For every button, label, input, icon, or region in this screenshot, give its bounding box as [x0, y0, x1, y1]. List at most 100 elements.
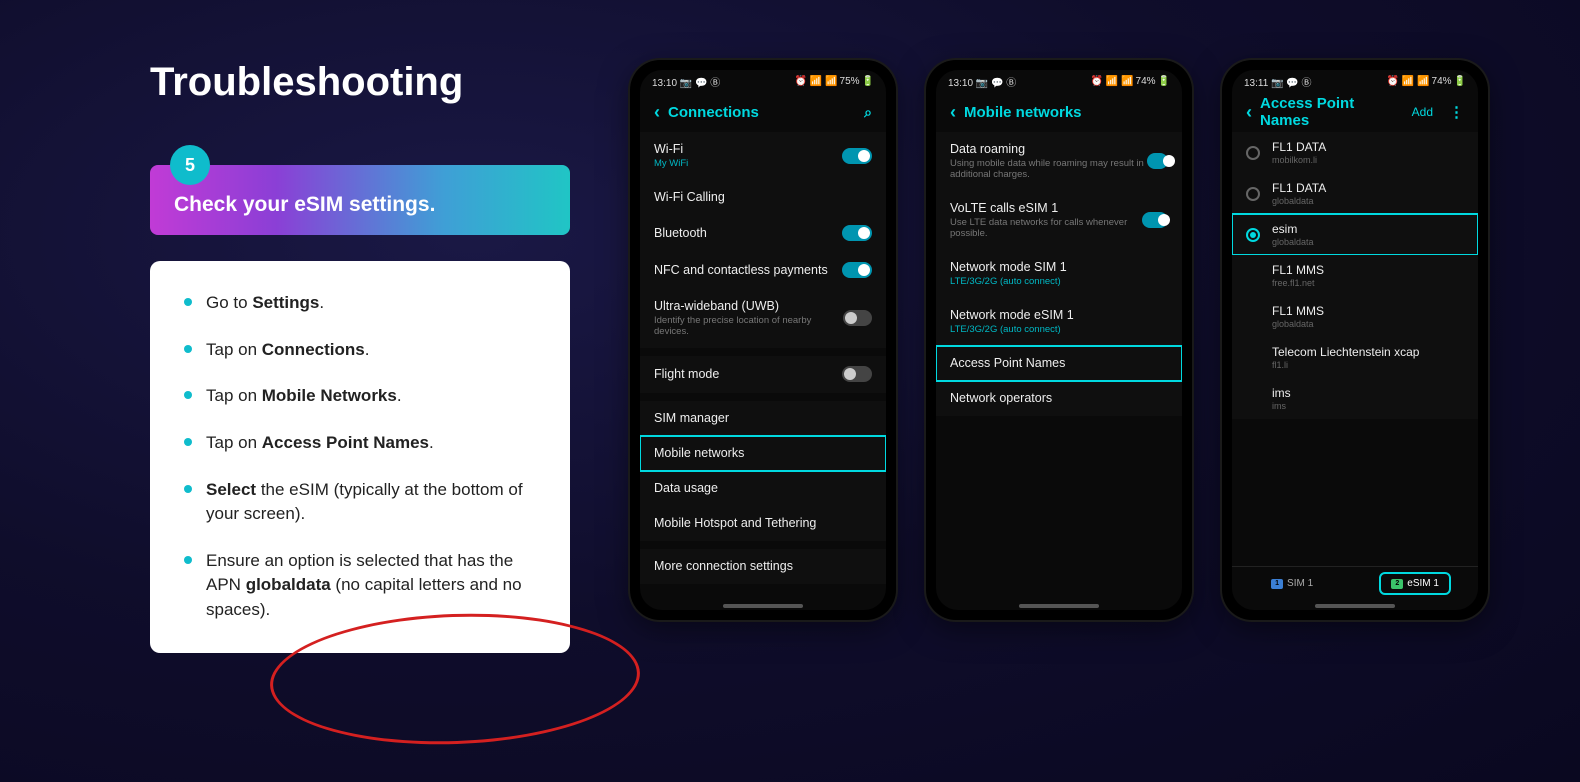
- row-sublabel: LTE/3G/2G (auto connect): [950, 324, 1074, 335]
- back-icon[interactable]: ‹: [1246, 103, 1252, 121]
- apn-sublabel: globaldata: [1272, 319, 1324, 329]
- radio-button[interactable]: [1246, 228, 1260, 242]
- search-icon[interactable]: ⌕: [864, 104, 872, 121]
- row-label: Data roaming: [950, 142, 1147, 156]
- settings-row[interactable]: Wi-Fi Calling: [640, 180, 886, 215]
- settings-row[interactable]: Access Point Names: [936, 346, 1182, 381]
- row-label: Mobile Hotspot and Tethering: [654, 516, 816, 530]
- status-right: ⏰ 📶 📶 74% 🔋: [1387, 76, 1466, 87]
- instruction-text: Go to Settings.: [206, 291, 324, 316]
- instruction-text: Tap on Mobile Networks.: [206, 384, 402, 409]
- phone-connections: 13:10 📷 💬 Ⓑ ⏰ 📶 📶 75% 🔋 ‹ Connections ⌕ …: [630, 60, 896, 620]
- back-icon[interactable]: ‹: [950, 103, 956, 121]
- status-bar: 13:11 📷 💬 Ⓑ ⏰ 📶 📶 74% 🔋: [1232, 70, 1478, 92]
- row-label: Network mode eSIM 1: [950, 308, 1074, 322]
- apn-row[interactable]: FL1 MMSglobaldata: [1232, 296, 1478, 337]
- step-header: 5 Check your eSIM settings.: [150, 165, 570, 235]
- apn-row[interactable]: FL1 MMSfree.fl1.net: [1232, 255, 1478, 296]
- row-label: SIM manager: [654, 411, 729, 425]
- apn-row[interactable]: FL1 DATAmobilkom.li: [1232, 132, 1478, 173]
- settings-row[interactable]: More connection settings: [640, 549, 886, 584]
- settings-row[interactable]: Network mode SIM 1 LTE/3G/2G (auto connec…: [936, 250, 1182, 298]
- sim-tab-esim1[interactable]: 2eSIM 1: [1381, 574, 1449, 593]
- back-icon[interactable]: ‹: [654, 103, 660, 121]
- row-label: VoLTE calls eSIM 1: [950, 201, 1142, 215]
- instruction-item: Ensure an option is selected that has th…: [178, 549, 542, 623]
- toggle-switch[interactable]: [1142, 212, 1168, 228]
- toggle-switch[interactable]: [842, 225, 872, 241]
- row-label: Bluetooth: [654, 226, 707, 240]
- header-title: Mobile networks: [964, 104, 1082, 121]
- row-label: Flight mode: [654, 367, 719, 381]
- settings-row[interactable]: Flight mode: [640, 356, 886, 393]
- bullet-icon: [184, 438, 192, 446]
- status-time: 13:11 📷 💬 Ⓑ: [1244, 74, 1312, 89]
- row-label: Wi-Fi Calling: [654, 190, 725, 204]
- instruction-text: Tap on Connections.: [206, 338, 369, 363]
- apn-label: FL1 MMS: [1272, 304, 1324, 318]
- settings-row[interactable]: Data usage: [640, 471, 886, 506]
- settings-row[interactable]: NFC and contactless payments: [640, 252, 886, 289]
- bullet-icon: [184, 298, 192, 306]
- row-label: Network mode SIM 1: [950, 260, 1067, 274]
- toggle-switch[interactable]: [1147, 153, 1168, 169]
- row-label: NFC and contactless payments: [654, 263, 828, 277]
- radio-button[interactable]: [1246, 187, 1260, 201]
- settings-row[interactable]: Network mode eSIM 1 LTE/3G/2G (auto conne…: [936, 298, 1182, 346]
- toggle-switch[interactable]: [842, 262, 872, 278]
- more-icon[interactable]: ⋮: [1449, 103, 1464, 121]
- row-sublabel: Using mobile data while roaming may resu…: [950, 158, 1147, 180]
- row-sublabel: Identify the precise location of nearby …: [654, 315, 843, 337]
- apn-sublabel: globaldata: [1272, 237, 1314, 247]
- bullet-icon: [184, 485, 192, 493]
- add-button[interactable]: Add: [1412, 105, 1433, 119]
- instructions-card: Go to Settings. Tap on Connections. Tap on…: [150, 261, 570, 653]
- settings-row[interactable]: Bluetooth: [640, 215, 886, 252]
- apn-row[interactable]: FL1 DATAglobaldata: [1232, 173, 1478, 214]
- phone-apn: 13:11 📷 💬 Ⓑ ⏰ 📶 📶 74% 🔋 ‹ Access Point N…: [1222, 60, 1488, 620]
- apn-sublabel: free.fl1.net: [1272, 278, 1324, 288]
- row-sublabel: LTE/3G/2G (auto connect): [950, 276, 1067, 287]
- toggle-switch[interactable]: [842, 366, 872, 382]
- sim-tab-sim1[interactable]: 1SIM 1: [1261, 574, 1323, 593]
- row-label: Ultra-wideband (UWB): [654, 299, 843, 313]
- home-indicator: [1019, 604, 1099, 608]
- settings-row[interactable]: VoLTE calls eSIM 1Use LTE data networks …: [936, 191, 1182, 250]
- instruction-item: Tap on Mobile Networks.: [178, 384, 542, 409]
- home-indicator: [723, 604, 803, 608]
- settings-row[interactable]: Wi-FiMy WiFi: [640, 132, 886, 180]
- home-indicator: [1315, 604, 1395, 608]
- status-bar: 13:10 📷 💬 Ⓑ ⏰ 📶 📶 74% 🔋: [936, 70, 1182, 92]
- settings-row[interactable]: SIM manager: [640, 401, 886, 436]
- nav-header: ‹ Mobile networks: [936, 92, 1182, 132]
- instruction-text: Select the eSIM (typically at the bottom…: [206, 478, 542, 527]
- apn-row[interactable]: esimglobaldata: [1232, 214, 1478, 255]
- apn-sublabel: fl1.li: [1272, 360, 1419, 370]
- settings-row[interactable]: Ultra-wideband (UWB) Identify the precise…: [640, 289, 886, 348]
- radio-button[interactable]: [1246, 146, 1260, 160]
- apn-sublabel: mobilkom.li: [1272, 155, 1326, 165]
- bullet-icon: [184, 345, 192, 353]
- instruction-item: Select the eSIM (typically at the bottom…: [178, 478, 542, 527]
- settings-row[interactable]: Mobile Hotspot and Tethering: [640, 506, 886, 541]
- apn-row[interactable]: imsims: [1232, 378, 1478, 419]
- instruction-text: Ensure an option is selected that has th…: [206, 549, 542, 623]
- status-time: 13:10 📷 💬 Ⓑ: [652, 74, 720, 89]
- apn-label: FL1 MMS: [1272, 263, 1324, 277]
- row-label: Network operators: [950, 391, 1052, 405]
- apn-row[interactable]: Telecom Liechtenstein xcapfl1.li: [1232, 337, 1478, 378]
- toggle-switch[interactable]: [842, 148, 872, 164]
- apn-sublabel: globaldata: [1272, 196, 1326, 206]
- settings-row[interactable]: Data roaming Using mobile data while roam…: [936, 132, 1182, 191]
- row-label: Data usage: [654, 481, 718, 495]
- settings-row[interactable]: Network operators: [936, 381, 1182, 416]
- page-title: Troubleshooting: [150, 60, 570, 105]
- toggle-switch[interactable]: [843, 310, 872, 326]
- apn-label: FL1 DATA: [1272, 181, 1326, 195]
- settings-row[interactable]: Mobile networks: [640, 436, 886, 471]
- apn-sublabel: ims: [1272, 401, 1291, 411]
- row-sublabel: My WiFi: [654, 158, 688, 169]
- apn-label: ims: [1272, 386, 1291, 400]
- instruction-item: Tap on Connections.: [178, 338, 542, 363]
- status-right: ⏰ 📶 📶 74% 🔋: [1091, 76, 1170, 87]
